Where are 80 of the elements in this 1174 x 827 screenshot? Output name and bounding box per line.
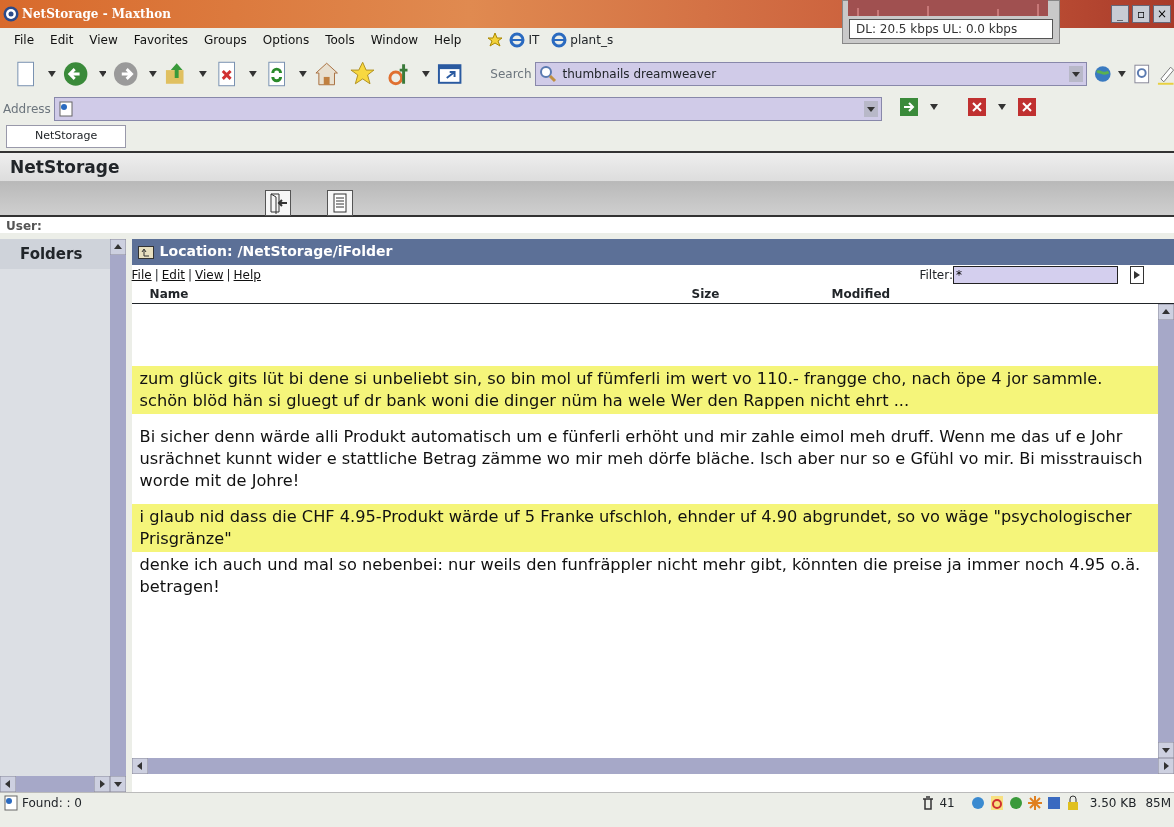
menu-item[interactable]: Help [426,31,470,49]
star-icon[interactable] [349,60,377,88]
restore-button[interactable]: ▫ [1132,5,1150,23]
column-header[interactable]: Modified [831,284,891,303]
caret-icon[interactable] [1118,71,1126,77]
filter-field[interactable]: * [953,265,1118,284]
menu-link[interactable]: File [131,265,152,284]
address-label: Address [3,101,51,118]
go-icon[interactable] [1130,265,1144,284]
logout-icon[interactable] [265,190,291,216]
app-title: NetStorage [9,155,121,179]
menu-item[interactable]: Favorites [125,31,197,49]
menu-link[interactable]: Edit [161,265,185,284]
window-title: NetStorage - Maxthon [22,6,172,23]
location-title: Location: /NetStorage/iFolder [159,242,393,261]
folder-up-icon[interactable] [137,243,154,260]
caret-icon[interactable] [198,71,207,77]
menu-item[interactable]: File [6,31,43,49]
page-icon [3,795,19,811]
menu-item[interactable]: View [81,31,126,49]
back-icon[interactable] [62,60,90,88]
menu-link[interactable]: View [195,265,224,284]
caret-icon[interactable] [299,71,308,77]
speed-reading: DL: 20.5 kbps UL: 0.0 kbps [849,19,1053,39]
browser-icon[interactable] [551,32,568,48]
status-text: Found: : 0 [22,795,82,812]
globe-icon[interactable] [1092,64,1113,84]
block-icon[interactable] [988,795,1005,811]
caret-icon[interactable] [249,71,257,77]
post-text: denke ich auch und mal so nebenbei: nur weils den funfräppler nicht mehr gibt, könnten die preise ja immer noch 4.95 o.ä. betragen! [138,553,1142,598]
column-header[interactable]: Name [131,284,692,303]
search-icon [538,65,557,83]
home-icon[interactable] [313,60,341,88]
status-count: 41 [939,795,955,812]
page-search-icon[interactable] [1131,63,1152,85]
search-field[interactable]: thumbnails dreamweaver [534,62,1087,86]
menu-item[interactable]: Edit [42,31,82,49]
caret-icon[interactable] [148,71,157,77]
caret-icon[interactable] [930,104,938,110]
scroll-right-icon[interactable] [93,775,110,792]
close-tab-icon[interactable] [968,98,986,116]
search-value: thumbnails dreamweaver [562,66,717,83]
separator: | [154,266,159,284]
star-icon[interactable] [487,32,504,48]
browser-tab[interactable]: NetStorage [6,125,127,148]
bookmark-link[interactable]: IT [528,31,540,49]
dropdown-icon[interactable] [1068,66,1083,82]
search-label: Search [490,66,532,83]
menu-item[interactable]: Groups [196,31,255,49]
separator: | [226,266,231,284]
menu-item[interactable]: Tools [317,31,363,49]
caret-icon[interactable] [422,71,430,77]
caret-icon[interactable] [98,71,107,77]
status-memory: 85M [1145,795,1171,812]
menu-link[interactable]: Help [233,265,261,284]
menu-item[interactable]: Window [362,31,427,49]
post-text: Bi sicher denn wärde alli Produkt automatisch um e fünferli erhöht und mir zahle eimol meh druff. Wenn me das uf e Johr usrächnet kunnt wider e stattliche Betrag zämme wo mir meh dörfe bläche. Isch aber nur so e Gfühl vo mir. Bi misstrauisch worde mit de Johre! [138,425,1144,492]
page-icon [57,101,74,117]
filter-label: Filter: [919,266,953,284]
close-button[interactable]: × [1153,5,1171,23]
address-field[interactable] [53,97,882,121]
app-logo-icon [3,6,19,22]
browser-icon[interactable] [509,32,526,48]
panel-title: Folders [0,238,110,269]
column-header[interactable]: Size [691,284,832,303]
menu-item[interactable]: Options [254,31,318,49]
minimize-button[interactable]: _ [1111,5,1129,23]
caret-icon[interactable] [48,71,57,77]
post-text: zum glück gits lüt bi dene si unbeliebt sin, so bin mol uf fümferli im wert vo 110.- frangge cho, nach öpe 4 jor sammle. schön blöd hän si gluegt uf dr bank woni die dinger nüm ha wele Wer den Rappen nicht ehrt ... [131,365,1158,414]
forward-icon[interactable] [112,60,140,88]
dropdown-icon[interactable] [864,101,878,117]
post-text: i glaub nid dass die CHF 4.95-Produkt wärde uf 5 Franke ufschloh, ehnder uf 4.90 abgrundet, so vo wäge "psychologischer Prisgränze" [131,503,1158,552]
scroll-down-icon[interactable] [1158,741,1174,758]
status-size: 3.50 KB [1089,795,1137,812]
bookmark-link[interactable]: plant_s [570,31,614,49]
caret-icon[interactable] [998,104,1006,110]
close-all-icon[interactable] [1018,98,1036,116]
separator: | [188,266,193,284]
document-icon[interactable] [327,190,353,216]
scroll-left-icon[interactable] [0,775,16,792]
